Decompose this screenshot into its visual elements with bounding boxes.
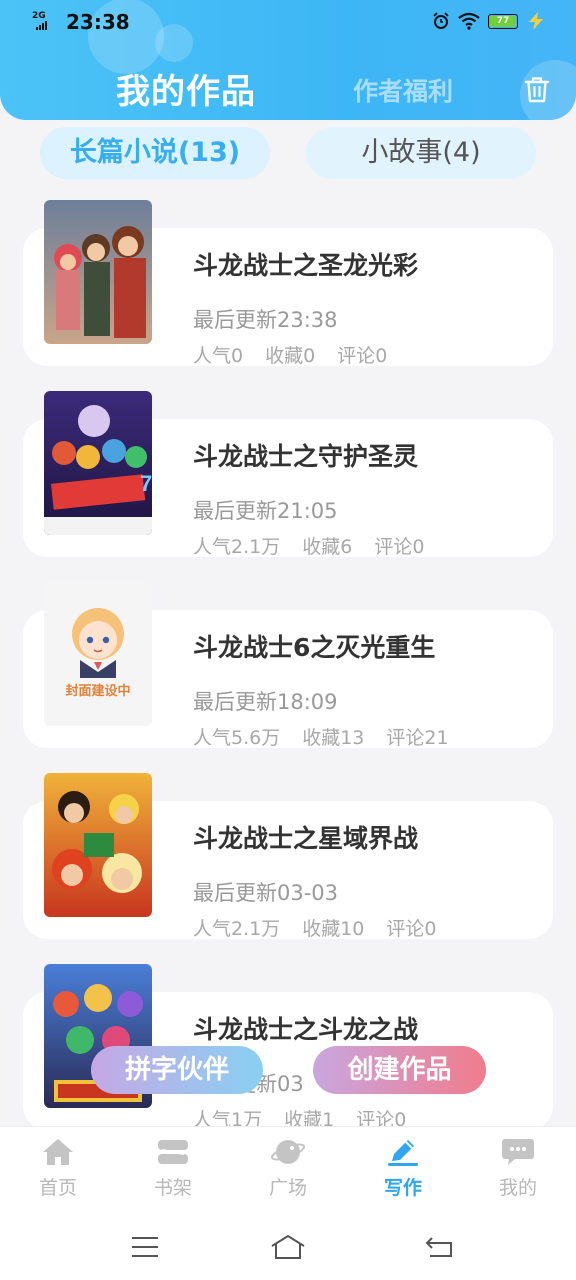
list-item[interactable]: 7 斗龙战士之守护圣灵 最后更新21:05 人气2.1万 收藏6 评论0 <box>0 387 576 559</box>
tab-author-benefits[interactable]: 作者福利 <box>353 72 453 108</box>
list-item[interactable]: 斗龙战士之圣龙光彩 最后更新23:38 人气0 收藏0 评论0 <box>0 196 576 368</box>
cover-image <box>44 773 152 917</box>
work-title: 斗龙战士6之灭光重生 <box>193 633 436 662</box>
nav-item-home[interactable]: 首页 <box>13 1137 103 1200</box>
work-favorites: 收藏0 <box>265 345 316 367</box>
nav-label: 我的 <box>498 1177 537 1199</box>
planet-icon <box>271 1140 305 1164</box>
nav-label: 书架 <box>153 1177 192 1199</box>
work-comments: 评论0 <box>374 536 425 558</box>
nav-item-bookshelf[interactable]: 书架 <box>128 1137 218 1200</box>
work-title: 斗龙战士之斗龙之战 <box>193 1015 419 1044</box>
wifi-icon <box>458 12 480 30</box>
battery-level: 77 <box>490 15 516 27</box>
work-last-updated: 最后更新23:38 <box>193 308 338 332</box>
nav-item-writing[interactable]: 写作 <box>358 1137 448 1200</box>
svg-text:7: 7 <box>140 471 152 496</box>
create-work-button[interactable]: 创建作品 <box>313 1046 486 1094</box>
menu-icon[interactable] <box>130 1234 160 1260</box>
nav-label: 写作 <box>383 1177 422 1199</box>
work-last-updated: 最后更新21:05 <box>193 499 338 523</box>
charging-icon <box>529 12 543 30</box>
header: 2G 23:38 77 我的作品 作者福利 <box>0 0 576 120</box>
back-icon[interactable] <box>424 1234 454 1260</box>
cover-placeholder: 封面建设中 <box>44 582 152 726</box>
nav-item-plaza[interactable]: 广场 <box>243 1137 333 1200</box>
pen-icon <box>388 1140 418 1166</box>
work-popularity: 人气5.6万 <box>193 727 281 749</box>
home-nav-icon[interactable] <box>270 1234 306 1260</box>
work-popularity: 人气2.1万 <box>193 918 281 940</box>
nav-label: 首页 <box>38 1177 77 1199</box>
writing-partner-button[interactable]: 拼字伙伴 <box>91 1046 263 1094</box>
chat-bubble-icon <box>502 1139 534 1165</box>
signal-icon <box>36 21 47 30</box>
work-last-updated: 最后更新18:09 <box>193 690 338 714</box>
work-favorites: 收藏13 <box>302 727 365 749</box>
trash-icon[interactable] <box>522 74 552 104</box>
system-nav-bar <box>0 1216 576 1280</box>
tab-short-stories[interactable]: 小故事(4) <box>306 127 536 179</box>
nav-label: 广场 <box>268 1177 307 1199</box>
work-stats: 人气0 收藏0 评论0 <box>193 341 409 368</box>
work-stats: 人气2.1万 收藏6 评论0 <box>193 532 446 559</box>
list-item[interactable]: 斗龙战士之星域界战 最后更新03-03 人气2.1万 收藏10 评论0 <box>0 769 576 941</box>
page-title: 我的作品 <box>116 72 256 112</box>
work-comments: 评论21 <box>386 727 449 749</box>
nav-item-mine[interactable]: 我的 <box>473 1137 563 1200</box>
work-comments: 评论0 <box>337 345 388 367</box>
work-favorites: 收藏10 <box>302 918 365 940</box>
work-last-updated: 最后更新03-03 <box>193 881 339 905</box>
work-popularity: 人气2.1万 <box>193 536 281 558</box>
status-time: 23:38 <box>66 10 130 34</box>
work-stats: 人气5.6万 收藏13 评论21 <box>193 723 471 750</box>
alarm-icon <box>433 12 449 29</box>
work-title: 斗龙战士之星域界战 <box>193 824 419 853</box>
work-favorites: 收藏6 <box>302 536 353 558</box>
work-title: 斗龙战士之圣龙光彩 <box>193 251 419 280</box>
status-bar: 2G 23:38 77 <box>0 8 576 38</box>
bottom-nav: 首页 书架 广场 写作 我的 <box>0 1126 576 1216</box>
tab-long-novels[interactable]: 长篇小说(13) <box>40 127 270 179</box>
work-title: 斗龙战士之守护圣灵 <box>193 442 419 471</box>
list-item[interactable]: 封面建设中 斗龙战士6之灭光重生 最后更新18:09 人气5.6万 收藏13 评论2… <box>0 578 576 750</box>
cover-image: 7 <box>44 391 152 535</box>
home-icon <box>43 1139 73 1165</box>
cover-placeholder-label: 封面建设中 <box>65 684 131 699</box>
battery-icon: 77 <box>488 13 518 29</box>
work-stats: 人气2.1万 收藏10 评论0 <box>193 914 459 941</box>
list-item[interactable]: 斗龙战士之斗龙之战 最后更新03 人气1万收藏1评论0 <box>0 960 576 1131</box>
bookshelf-icon <box>158 1140 188 1164</box>
work-comments: 评论0 <box>386 918 437 940</box>
work-popularity: 人气0 <box>193 345 244 367</box>
network-label: 2G <box>32 11 46 21</box>
cover-image <box>44 200 152 344</box>
